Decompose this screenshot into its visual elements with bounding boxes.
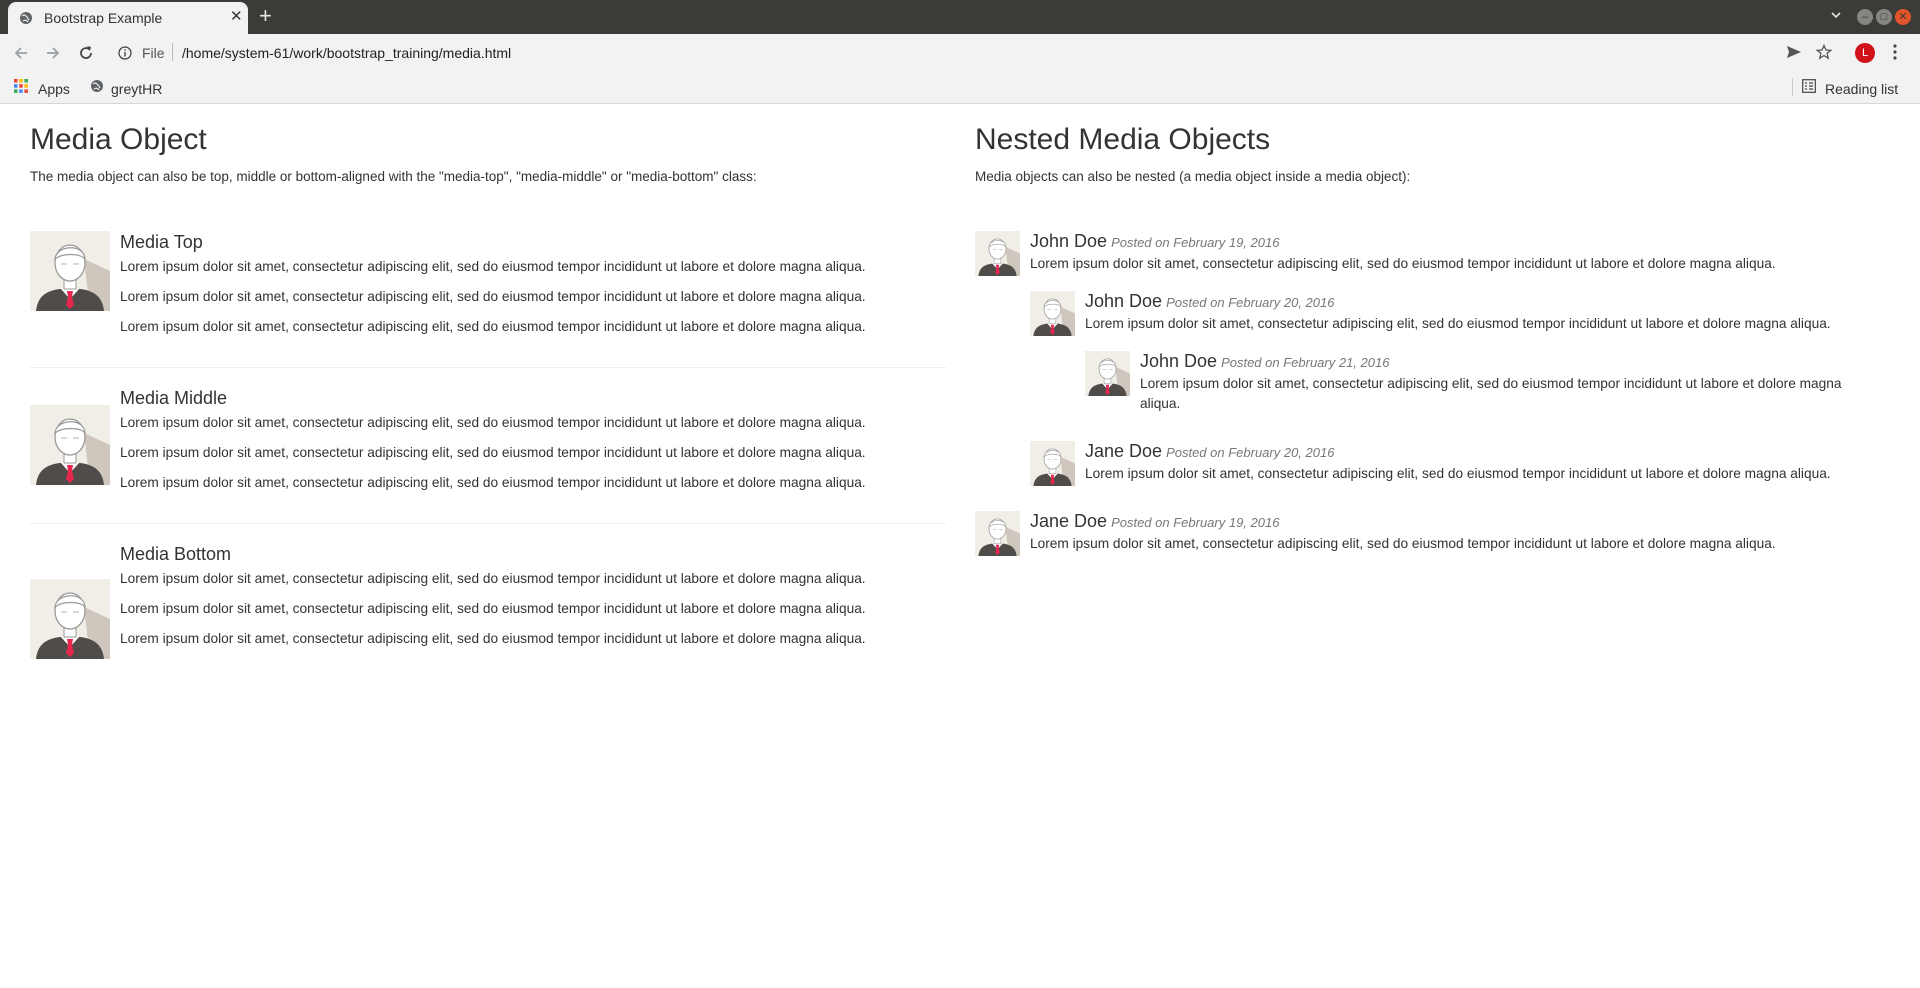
info-icon[interactable] bbox=[118, 46, 132, 65]
chevron-down-icon[interactable] bbox=[1829, 8, 1843, 27]
minimize-icon[interactable]: – bbox=[1857, 9, 1873, 25]
reload-icon[interactable] bbox=[77, 44, 95, 67]
reading-list-icon bbox=[1802, 79, 1816, 98]
media-body: John Doe Posted on February 19, 2016 Lore… bbox=[1030, 231, 1850, 274]
media-paragraph: Lorem ipsum dolor sit amet, consectetur … bbox=[120, 475, 866, 490]
page-title: Media Object bbox=[30, 123, 207, 156]
media-body: Jane Doe Posted on February 19, 2016 Lore… bbox=[1030, 511, 1850, 554]
send-icon[interactable] bbox=[1786, 45, 1802, 64]
media-paragraph: Lorem ipsum dolor sit amet, consectetur … bbox=[120, 571, 866, 586]
media-body: Media Bottom Lorem ipsum dolor sit amet,… bbox=[120, 543, 946, 649]
avatar-image bbox=[30, 405, 110, 485]
bookmark-star-icon[interactable] bbox=[1815, 43, 1833, 65]
media-top: Media Top Lorem ipsum dolor sit amet, co… bbox=[30, 231, 946, 341]
avatar-image bbox=[975, 511, 1020, 556]
reading-list-button[interactable]: Reading list bbox=[1802, 79, 1898, 98]
comment-date: Posted on February 19, 2016 bbox=[1111, 235, 1280, 250]
maximize-icon[interactable]: □ bbox=[1876, 9, 1892, 25]
url-scheme-label: File bbox=[142, 45, 165, 61]
comment-date: Posted on February 20, 2016 bbox=[1166, 445, 1335, 460]
globe-icon bbox=[90, 79, 104, 98]
media-body: Jane Doe Posted on February 20, 2016 Lore… bbox=[1085, 441, 1875, 484]
globe-icon bbox=[19, 11, 33, 30]
media-body: Media Top Lorem ipsum dolor sit amet, co… bbox=[120, 231, 946, 337]
tab-active[interactable]: Bootstrap Example ✕ bbox=[8, 2, 248, 34]
bookmark-greythr-label: greytHR bbox=[111, 80, 163, 97]
media-body: John Doe Posted on February 20, 2016 Lore… bbox=[1085, 291, 1875, 334]
media-body: John Doe Posted on February 21, 2016 Lore… bbox=[1140, 351, 1875, 414]
avatar-image bbox=[30, 579, 110, 659]
comment-author: Jane Doe bbox=[1085, 441, 1163, 461]
media-paragraph: Lorem ipsum dolor sit amet, consectetur … bbox=[120, 289, 866, 304]
comment-text: Lorem ipsum dolor sit amet, consectetur … bbox=[1085, 466, 1831, 481]
section-title: Nested Media Objects bbox=[975, 123, 1271, 156]
media-paragraph: Lorem ipsum dolor sit amet, consectetur … bbox=[120, 415, 866, 430]
url-text[interactable]: /home/system-61/work/bootstrap_training/… bbox=[182, 45, 511, 61]
browser-toolbar: File /home/system-61/work/bootstrap_trai… bbox=[0, 34, 1920, 70]
reading-list-label: Reading list bbox=[1825, 80, 1899, 97]
media-paragraph: Lorem ipsum dolor sit amet, consectetur … bbox=[120, 319, 866, 334]
media-heading: Media Bottom bbox=[120, 544, 232, 564]
comment-text: Lorem ipsum dolor sit amet, consectetur … bbox=[1030, 256, 1776, 271]
bookmark-apps-label: Apps bbox=[38, 80, 70, 97]
back-icon[interactable] bbox=[12, 44, 30, 67]
avatar-image bbox=[1030, 441, 1075, 486]
comment-author: John Doe bbox=[1030, 231, 1108, 251]
bookmark-apps[interactable]: Apps bbox=[14, 79, 70, 98]
comment-date: Posted on February 20, 2016 bbox=[1166, 295, 1335, 310]
media-object-section: Media Object The media object can also b… bbox=[30, 105, 946, 186]
close-tab-icon[interactable]: ✕ bbox=[230, 9, 243, 25]
apps-grid-icon bbox=[14, 79, 28, 98]
page-content: Media Object The media object can also b… bbox=[0, 105, 1920, 988]
comment-date: Posted on February 21, 2016 bbox=[1221, 355, 1390, 370]
nested-media-section: Nested Media Objects Media objects can a… bbox=[975, 105, 1890, 186]
avatar-image bbox=[30, 231, 110, 311]
forward-icon[interactable] bbox=[44, 44, 62, 67]
media-paragraph: Lorem ipsum dolor sit amet, consectetur … bbox=[120, 631, 866, 646]
bookmarks-divider bbox=[1792, 78, 1793, 96]
close-window-icon[interactable]: ✕ bbox=[1895, 9, 1911, 25]
media-paragraph: Lorem ipsum dolor sit amet, consectetur … bbox=[120, 259, 866, 274]
comment-text: Lorem ipsum dolor sit amet, consectetur … bbox=[1030, 536, 1776, 551]
media-paragraph: Lorem ipsum dolor sit amet, consectetur … bbox=[120, 601, 866, 616]
media-heading: Media Middle bbox=[120, 388, 228, 408]
comment-author: John Doe bbox=[1140, 351, 1218, 371]
comment-text: Lorem ipsum dolor sit amet, consectetur … bbox=[1085, 316, 1831, 331]
avatar-image bbox=[1085, 351, 1130, 396]
bookmarks-bar: Apps greytHR Reading list bbox=[0, 70, 1920, 104]
section-intro: Media objects can also be nested (a medi… bbox=[975, 169, 1411, 184]
new-tab-icon[interactable]: + bbox=[259, 4, 272, 28]
more-options-icon[interactable] bbox=[1893, 44, 1897, 65]
media-heading: Media Top bbox=[120, 232, 203, 252]
comment-author: John Doe bbox=[1085, 291, 1163, 311]
section-intro: The media object can also be top, middle… bbox=[30, 169, 757, 184]
divider bbox=[30, 367, 946, 368]
media-middle: Media Middle Lorem ipsum dolor sit amet,… bbox=[30, 387, 946, 497]
url-separator bbox=[172, 43, 173, 61]
media-paragraph: Lorem ipsum dolor sit amet, consectetur … bbox=[120, 445, 866, 460]
avatar-image bbox=[1030, 291, 1075, 336]
comment-text: Lorem ipsum dolor sit amet, consectetur … bbox=[1140, 376, 1842, 411]
media-bottom: Media Bottom Lorem ipsum dolor sit amet,… bbox=[30, 543, 946, 663]
avatar-image bbox=[975, 231, 1020, 276]
divider bbox=[30, 523, 946, 524]
tab-strip: Bootstrap Example ✕ + – □ ✕ bbox=[0, 0, 1920, 34]
comment-author: Jane Doe bbox=[1030, 511, 1108, 531]
bookmark-greythr[interactable]: greytHR bbox=[90, 79, 162, 98]
address-bar[interactable]: File /home/system-61/work/bootstrap_trai… bbox=[108, 39, 1781, 67]
tab-title: Bootstrap Example bbox=[44, 10, 163, 26]
media-body: Media Middle Lorem ipsum dolor sit amet,… bbox=[120, 387, 946, 493]
profile-avatar[interactable]: L bbox=[1855, 43, 1875, 63]
comment-date: Posted on February 19, 2016 bbox=[1111, 515, 1280, 530]
